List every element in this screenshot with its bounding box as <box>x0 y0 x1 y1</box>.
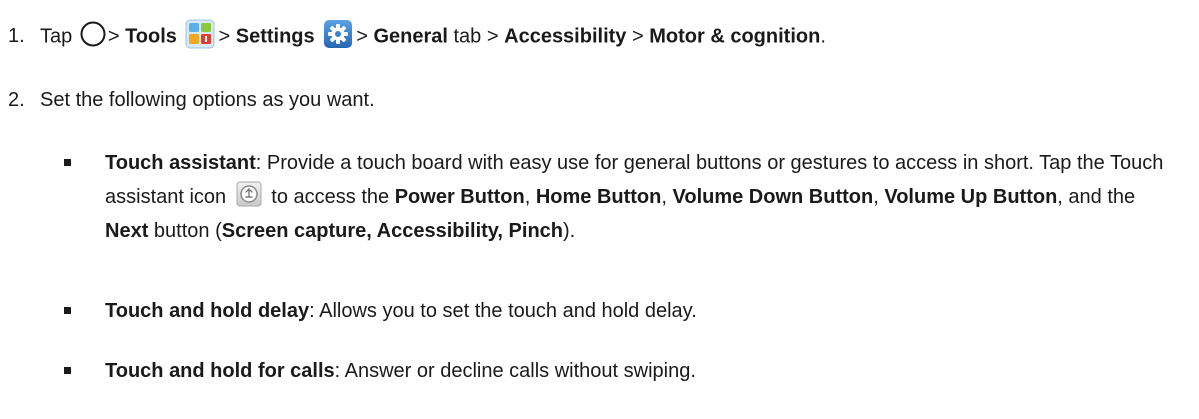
option-text: ). <box>563 220 576 242</box>
instruction-page: 1. Tap > Tools > Settings > General tab … <box>0 0 1199 419</box>
option-body: Touch and hold delay: Allows you to set … <box>105 294 1184 328</box>
option-touch-hold-calls: Touch and hold for calls: Answer or decl… <box>64 354 1184 388</box>
separator: > <box>218 25 231 48</box>
option-touch-hold-delay: Touch and hold delay: Allows you to set … <box>64 294 1184 328</box>
step-text: Set the following options as you want. <box>40 89 375 111</box>
volume-up-button-label: Volume Up Button <box>884 186 1058 208</box>
tools-label: Tools <box>125 25 177 48</box>
comma: , <box>661 186 667 208</box>
option-title: Touch and hold for calls <box>105 360 335 382</box>
step-text: Tap <box>40 25 73 48</box>
home-button-label: Home Button <box>535 186 662 208</box>
tools-folder-icon <box>185 19 215 49</box>
settings-gear-icon <box>324 20 353 48</box>
bullet-square-icon <box>64 307 71 314</box>
home-circle-icon <box>80 21 106 47</box>
bullet-square-icon <box>64 367 71 374</box>
option-text: , and the <box>1057 186 1136 208</box>
accessibility-label: Accessibility <box>504 25 627 48</box>
comma: , <box>873 186 879 208</box>
general-label: General <box>373 25 448 48</box>
next-button-label: Next <box>105 220 149 242</box>
settings-label: Settings <box>235 25 315 48</box>
option-text: to access the <box>271 186 390 208</box>
power-button-label: Power Button <box>394 186 525 208</box>
volume-down-button-label: Volume Down Button <box>672 186 874 208</box>
next-items-label: Screen capture, Accessibility, Pinch <box>221 220 563 242</box>
touch-assistant-icon <box>236 181 262 207</box>
option-text: button ( <box>153 220 222 242</box>
separator: > <box>356 25 368 48</box>
separator: > <box>107 25 120 48</box>
option-touch-assistant: Touch assistant: Provide a touch board w… <box>64 146 1184 248</box>
option-body: Touch assistant: Provide a touch board w… <box>105 146 1184 248</box>
tab-word: tab <box>453 25 482 48</box>
option-text: : Answer or decline calls without swipin… <box>334 360 696 382</box>
step-number: 1. <box>8 25 25 48</box>
step-1: 1. Tap > Tools > Settings > General tab … <box>8 19 826 52</box>
option-body: Touch and hold for calls: Answer or decl… <box>105 354 1184 388</box>
step-2: 2. Set the following options as you want. <box>8 86 375 114</box>
option-title: Touch assistant <box>105 152 256 174</box>
option-title: Touch and hold delay <box>105 300 310 322</box>
separator: > <box>631 25 644 48</box>
period: . <box>820 25 826 48</box>
step-number: 2. <box>8 89 25 111</box>
motor-cognition-label: Motor & cognition <box>649 25 821 48</box>
bullet-square-icon <box>64 159 71 166</box>
comma: , <box>524 186 531 208</box>
separator: > <box>486 25 499 48</box>
option-text: : Allows you to set the touch and hold d… <box>309 300 697 322</box>
